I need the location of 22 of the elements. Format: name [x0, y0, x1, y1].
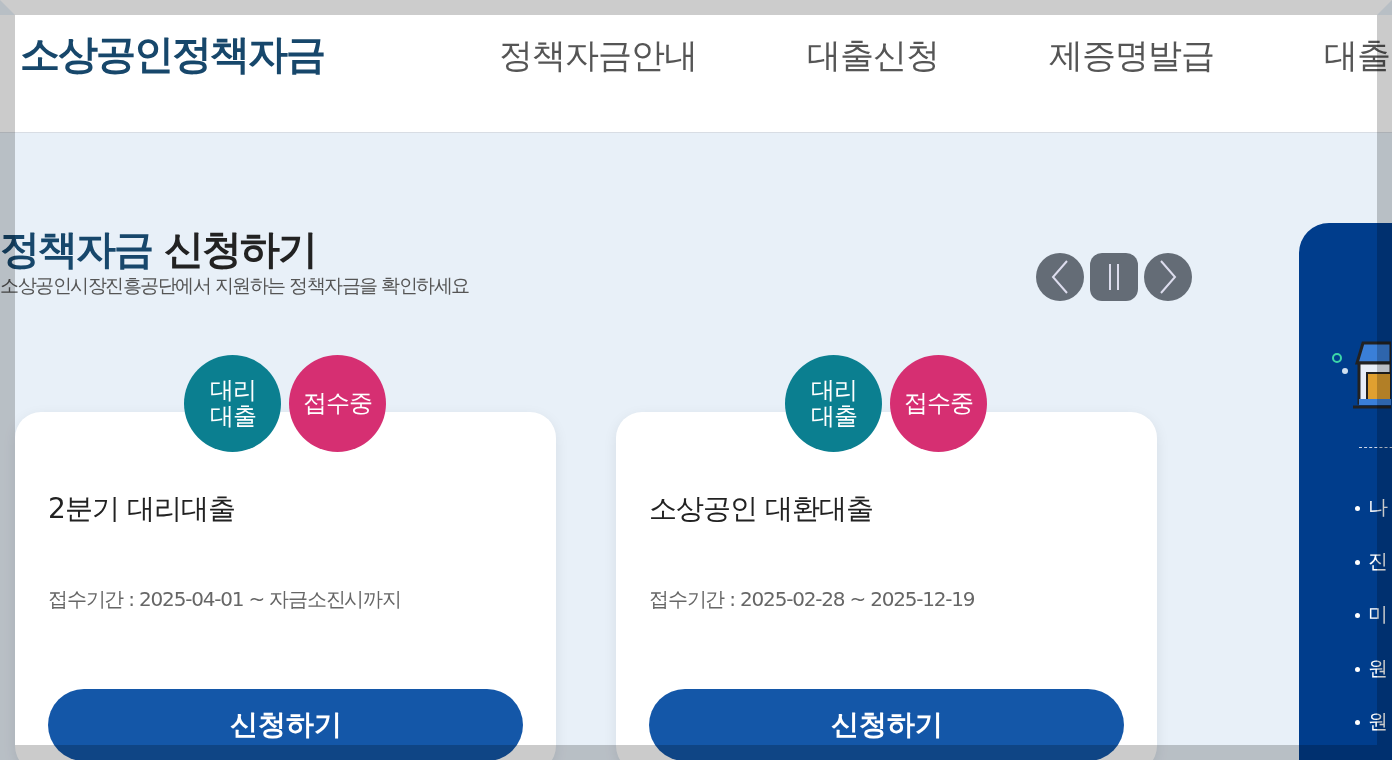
nav-link[interactable]: 대출신청	[807, 33, 939, 79]
nav-link[interactable]: 대출	[1324, 33, 1390, 79]
chevron-left-icon	[1050, 259, 1070, 295]
previous-button[interactable]	[1036, 253, 1084, 301]
chevron-right-icon	[1158, 259, 1178, 295]
list-item: 미	[1355, 601, 1392, 655]
application-period: 접수기간 : 2025-02-28 ~ 2025-12-19	[649, 586, 976, 613]
next-button[interactable]	[1144, 253, 1192, 301]
nav-link[interactable]: 제증명발급	[1049, 33, 1214, 79]
list-item: 원	[1355, 654, 1392, 708]
card-title: 2분기 대리대출	[48, 491, 236, 527]
pause-icon	[1106, 263, 1122, 291]
list-item: 원	[1355, 708, 1392, 760]
section-title: 정책자금 신청하기	[0, 225, 317, 273]
pause-button[interactable]	[1090, 253, 1138, 301]
section-subtitle: 소상공인시장진흥공단에서 지원하는 정책자금을 확인하세요	[0, 273, 469, 298]
card-title: 소상공인 대환대출	[649, 491, 874, 527]
site-logo[interactable]: 소상공인정책자금	[20, 27, 324, 82]
nav-link[interactable]: 정책자금안내	[499, 33, 697, 79]
application-period: 접수기간 : 2025-04-01 ~ 자금소진시까지	[48, 586, 402, 613]
list-item: 나	[1355, 494, 1392, 548]
list-item: 진	[1355, 547, 1392, 601]
